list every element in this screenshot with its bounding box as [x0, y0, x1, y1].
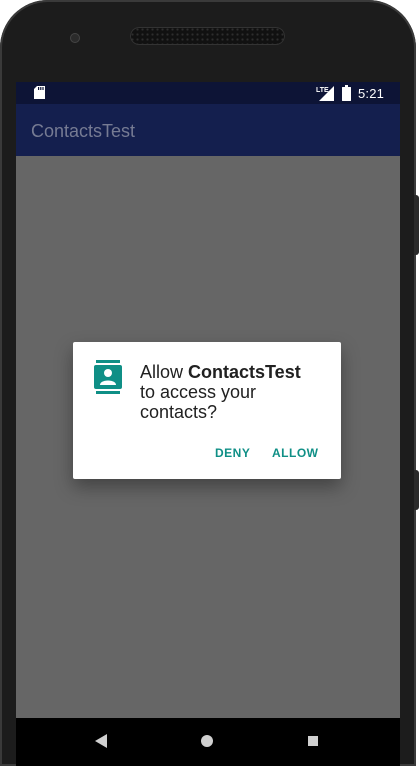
dialog-app-name: ContactsTest — [188, 362, 301, 382]
dialog-message-suffix: to access your contacts? — [140, 382, 257, 422]
battery-icon — [342, 85, 351, 101]
navigation-bar — [16, 718, 400, 766]
status-bar: LTE 5:21 — [16, 82, 400, 104]
app-toolbar: ContactsTest — [16, 104, 400, 156]
deny-button[interactable]: DENY — [215, 446, 250, 460]
earpiece-speaker — [130, 27, 285, 45]
status-clock: 5:21 — [358, 86, 385, 101]
back-icon[interactable] — [95, 734, 107, 748]
permission-dialog: Allow ContactsTest to access your contac… — [73, 342, 341, 479]
front-camera — [70, 33, 80, 43]
volume-button — [414, 195, 419, 255]
device-screen: LTE 5:21 ContactsTest Allow ContactsTest… — [16, 82, 400, 766]
app-title: ContactsTest — [31, 121, 136, 141]
lte-label: LTE — [316, 87, 329, 94]
sd-card-icon — [34, 86, 45, 99]
lte-signal-icon: LTE — [316, 86, 334, 101]
dialog-message-prefix: Allow — [140, 362, 189, 382]
power-button — [414, 470, 419, 510]
recents-icon[interactable] — [308, 736, 318, 746]
home-icon[interactable] — [201, 735, 213, 747]
allow-button[interactable]: ALLOW — [272, 446, 319, 460]
dialog-message: Allow ContactsTest to access your contac… — [140, 362, 330, 422]
contacts-icon — [94, 360, 122, 394]
